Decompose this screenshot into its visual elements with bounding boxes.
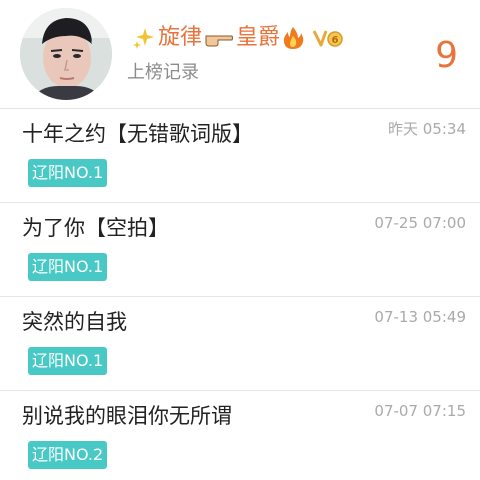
list-item[interactable]: 突然的自我 07-13 05:49 辽阳NO.1: [0, 297, 480, 391]
song-time: 07-25 07:00: [374, 214, 466, 232]
pointing-hand-icon: [205, 35, 234, 47]
vip-badge-icon: 6: [312, 30, 343, 47]
fire-icon: [283, 27, 304, 49]
rank-badge: 辽阳NO.1: [28, 159, 108, 187]
song-title: 为了你【空拍】: [22, 216, 169, 240]
svg-text:6: 6: [332, 35, 339, 46]
rank-badge: 辽阳NO.1: [28, 347, 108, 375]
rank-badge: 辽阳NO.1: [28, 253, 108, 281]
song-time: 昨天 05:34: [388, 120, 466, 138]
rank-record-count: 9: [435, 35, 458, 76]
song-title: 突然的自我: [22, 310, 127, 334]
song-title: 十年之约【无错歌词版】: [22, 122, 253, 146]
profile-header: 旋律 皇爵 6 上榜记录 9: [0, 0, 480, 108]
rank-badge: 辽阳NO.2: [28, 441, 108, 469]
rank-record-page: 旋律 皇爵 6 上榜记录 9 十年之约【无错歌词版】 昨天 05:34 辽阳NO: [0, 0, 480, 480]
song-time: 07-07 07:15: [374, 402, 466, 420]
sparkle-icon: [133, 28, 154, 49]
avatar[interactable]: [20, 8, 112, 100]
list-item[interactable]: 十年之约【无错歌词版】 昨天 05:34 辽阳NO.1: [0, 109, 480, 203]
song-title: 别说我的眼泪你无所谓: [22, 404, 232, 428]
rank-record-label: 上榜记录: [127, 62, 199, 83]
avatar-image: [20, 8, 112, 100]
list-item[interactable]: 为了你【空拍】 07-25 07:00 辽阳NO.1: [0, 203, 480, 297]
username-row: 旋律 皇爵 6: [132, 22, 344, 54]
list-item[interactable]: 别说我的眼泪你无所谓 07-07 07:15 辽阳NO.2: [0, 391, 480, 480]
rank-song-list: 十年之约【无错歌词版】 昨天 05:34 辽阳NO.1 为了你【空拍】 07-2…: [0, 109, 480, 480]
song-time: 07-13 05:49: [374, 308, 466, 326]
username-suffix[interactable]: 皇爵: [236, 22, 280, 54]
username[interactable]: 旋律: [158, 22, 202, 54]
